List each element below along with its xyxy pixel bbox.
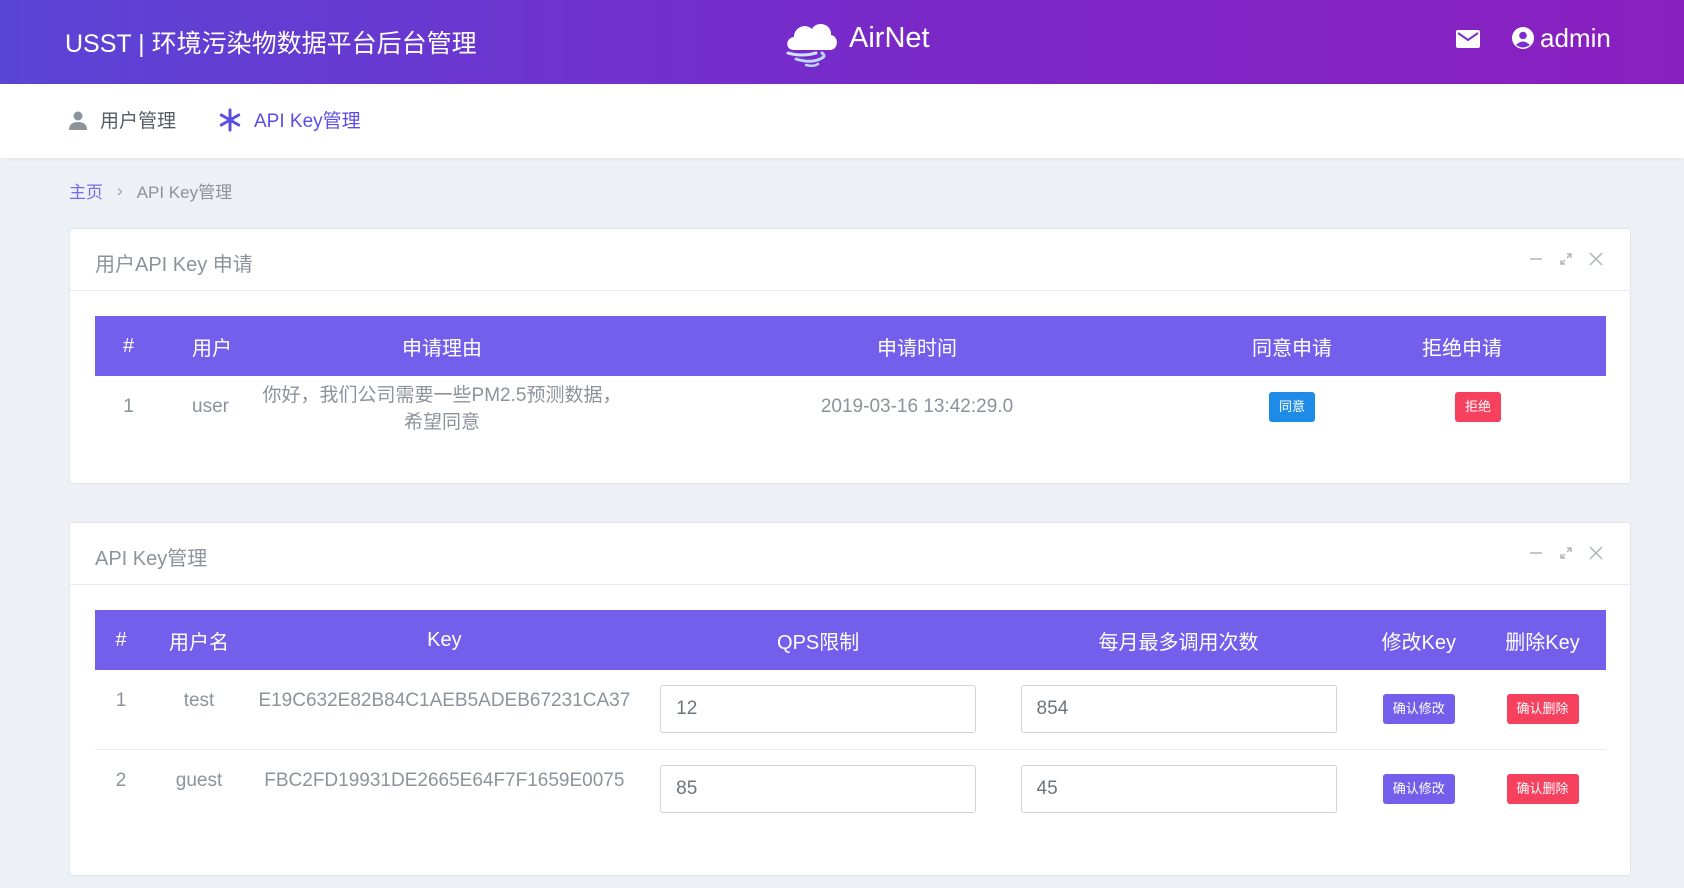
- minimize-icon[interactable]: [1528, 251, 1544, 267]
- row-username: test: [147, 670, 251, 750]
- logo-text: AirNet: [849, 22, 930, 54]
- main-nav: 用户管理 API Key管理: [0, 84, 1684, 158]
- panel-title: API Key管理: [95, 548, 208, 570]
- column-header: Key: [427, 628, 462, 651]
- reject-button[interactable]: 拒绝: [1455, 392, 1502, 422]
- column-header: #: [115, 628, 127, 651]
- nav-user-management[interactable]: 用户管理: [68, 106, 176, 133]
- column-header: 申请理由: [402, 337, 482, 360]
- mail-icon[interactable]: [1456, 30, 1480, 48]
- column-header: 删除Key: [1505, 631, 1580, 654]
- column-header: 用户: [192, 337, 232, 360]
- apikey-table: # 用户名 Key QPS限制 每月最多调用次数 修改Key 删除Key 1 t…: [95, 610, 1606, 828]
- column-header: 拒绝申请: [1422, 337, 1502, 360]
- breadcrumb: 主页 › API Key管理: [69, 178, 232, 203]
- nav-apikey-management-label: API Key管理: [254, 111, 361, 132]
- admin-username[interactable]: admin: [1540, 23, 1611, 54]
- table-header-row: # 用户名 Key QPS限制 每月最多调用次数 修改Key 删除Key: [95, 610, 1606, 670]
- row-key: FBC2FD19931DE2665E64F7F1659E0075: [264, 769, 625, 791]
- user-circle-icon[interactable]: [1512, 27, 1534, 49]
- confirm-delete-button[interactable]: 确认删除: [1506, 773, 1579, 804]
- table-row: 1 user 你好，我们公司需要一些PM2.5预测数据，希望同意 2019-03…: [95, 376, 1606, 438]
- column-header: 每月最多调用次数: [1098, 631, 1259, 654]
- confirm-modify-button[interactable]: 确认修改: [1382, 773, 1455, 804]
- panel-tools: [1528, 545, 1604, 561]
- row-username: guest: [175, 769, 223, 791]
- column-header: 申请时间: [877, 337, 957, 360]
- chevron-right-icon: ›: [117, 180, 123, 200]
- breadcrumb-current: API Key管理: [136, 183, 233, 202]
- row-user: user: [192, 396, 229, 417]
- row-index: 1: [123, 396, 134, 417]
- row-key: E19C632E82B84C1AEB5ADEB67231CA37: [251, 670, 638, 750]
- nav-apikey-management[interactable]: API Key管理: [218, 106, 361, 133]
- expand-icon[interactable]: [1558, 545, 1574, 561]
- row-time: 2019-03-16 13:42:29.0: [820, 396, 1014, 417]
- monthly-limit-input[interactable]: [1020, 764, 1337, 813]
- person-icon: [69, 111, 87, 130]
- asterisk-icon: [219, 108, 241, 131]
- minimize-icon[interactable]: [1528, 545, 1544, 561]
- qps-input[interactable]: [660, 685, 977, 734]
- panel-tools: [1528, 251, 1604, 267]
- confirm-modify-button[interactable]: 确认修改: [1382, 694, 1455, 725]
- row-reason: 你好，我们公司需要一些PM2.5预测数据，希望同意: [262, 385, 622, 433]
- breadcrumb-home[interactable]: 主页: [69, 178, 103, 203]
- table-header-row: # 用户 申请理由 申请时间 同意申请 拒绝申请: [95, 316, 1606, 376]
- monthly-limit-input[interactable]: [1020, 685, 1337, 734]
- column-header: 用户名: [169, 631, 229, 654]
- apikey-request-panel: 用户API Key 申请 # 用户 申请理由 申请时间 同意申请 拒绝申请 1 …: [69, 228, 1631, 484]
- request-table: # 用户 申请理由 申请时间 同意申请 拒绝申请 1 user 你好，我们公司需…: [95, 316, 1606, 438]
- column-header: 修改Key: [1381, 631, 1456, 654]
- column-header: #: [122, 334, 135, 357]
- nav-user-management-label: 用户管理: [100, 111, 177, 132]
- row-index: 1: [95, 670, 147, 750]
- apikey-management-panel: API Key管理 # 用户名 Key QPS限制 每月最多调用次数 修改Key…: [69, 522, 1631, 876]
- column-header: QPS限制: [777, 631, 860, 654]
- panel-header: API Key管理: [70, 523, 1630, 585]
- panel-title: 用户API Key 申请: [95, 254, 253, 276]
- qps-input[interactable]: [660, 764, 977, 813]
- cloud-wind-icon: [786, 24, 837, 68]
- top-header: USST | 环境污染物数据平台后台管理 AirNet admin: [0, 0, 1684, 84]
- row-index: 2: [115, 769, 127, 791]
- table-row: 2 guest FBC2FD19931DE2665E64F7F1659E0075…: [95, 749, 1606, 828]
- expand-icon[interactable]: [1558, 251, 1574, 267]
- column-header: 同意申请: [1252, 337, 1332, 360]
- close-icon[interactable]: [1588, 251, 1604, 267]
- confirm-delete-button[interactable]: 确认删除: [1506, 694, 1579, 725]
- table-row: 1 test E19C632E82B84C1AEB5ADEB67231CA37 …: [95, 670, 1606, 750]
- close-icon[interactable]: [1588, 545, 1604, 561]
- panel-header: 用户API Key 申请: [70, 229, 1630, 291]
- app-title: USST | 环境污染物数据平台后台管理: [65, 30, 477, 58]
- approve-button[interactable]: 同意: [1268, 392, 1315, 422]
